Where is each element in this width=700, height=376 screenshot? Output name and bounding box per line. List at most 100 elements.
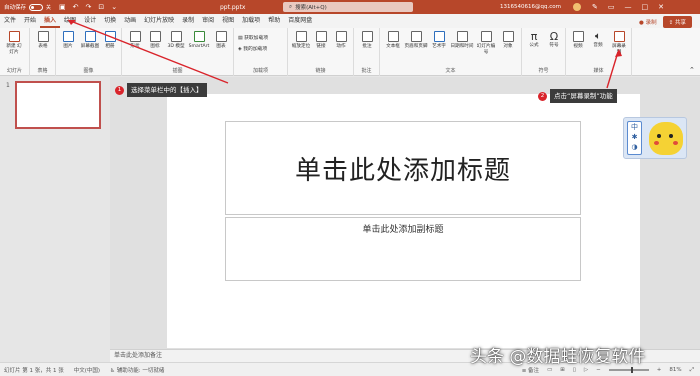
date-time-button[interactable]: 日期和时间: [450, 31, 474, 50]
zoom-slider[interactable]: [608, 367, 649, 373]
record-button[interactable]: ● 录制: [639, 18, 657, 26]
subtitle-placeholder[interactable]: 单击此处添加副标题: [225, 217, 581, 281]
menu-item-11[interactable]: 加载项: [238, 14, 264, 28]
pen-icon[interactable]: ✎: [592, 3, 598, 11]
screen-recording-button[interactable]: 屏幕录制: [610, 31, 628, 56]
ribbon: 新建 幻灯片 幻灯片 表格 表格 图片 屏幕截图 相册 图像 形状 图标 3D …: [0, 28, 700, 76]
ribbon-display-icon[interactable]: ▭: [608, 3, 615, 11]
object-icon: [502, 31, 514, 42]
user-email[interactable]: 1316540616@qq.com: [500, 4, 561, 10]
zoom-level[interactable]: 81%: [669, 367, 681, 373]
title-bar: 自动保存 关 ▣ ↶ ↷ ⊡ ⌄ ppt.pptx ⌕ 搜索(Alt+Q) 13…: [0, 0, 700, 14]
maximize-icon[interactable]: □: [642, 3, 649, 11]
slide[interactable]: 单击此处添加标题 单击此处添加副标题: [167, 94, 640, 348]
object-button[interactable]: 对象: [499, 31, 517, 50]
menu-item-7[interactable]: 幻灯片放映: [140, 14, 178, 28]
notes-toggle[interactable]: ≡ 备注: [522, 366, 539, 374]
menu-item-13[interactable]: 百度网盘: [284, 14, 316, 28]
menu-item-2[interactable]: 插入: [40, 14, 61, 28]
shapes-button[interactable]: 形状: [126, 31, 144, 50]
group-label-comments: 批注: [361, 68, 372, 74]
autosave-label: 自动保存: [4, 5, 27, 11]
menu-item-4[interactable]: 设计: [80, 14, 100, 28]
redo-icon[interactable]: ↷: [86, 3, 92, 11]
reading-view-icon[interactable]: ▯: [573, 367, 576, 373]
input-method-mascot[interactable]: 中 ✱ ◑: [623, 117, 687, 159]
icons-icon: [149, 31, 161, 42]
symbol-button[interactable]: Ω 符号: [545, 31, 563, 49]
menu-item-6[interactable]: 动画: [120, 14, 140, 28]
wordart-button[interactable]: 艺术字: [429, 31, 449, 50]
ribbon-group-media: 视频 🔈︎ 音频 屏幕录制 媒体: [566, 28, 632, 76]
zoom-button[interactable]: 缩放定位: [291, 31, 311, 50]
collapse-ribbon-icon[interactable]: ⌃: [689, 66, 695, 74]
title-placeholder[interactable]: 单击此处添加标题: [225, 121, 581, 215]
menu-item-12[interactable]: 帮助: [264, 14, 284, 28]
pictures-button[interactable]: 图片: [59, 31, 77, 50]
ime-language-indicator[interactable]: 中 ✱ ◑: [627, 121, 642, 155]
autosave-switch[interactable]: [29, 3, 44, 11]
step-1-badge: 1: [115, 86, 124, 95]
smartart-icon: [193, 31, 205, 42]
audio-button[interactable]: 🔈︎ 音频: [589, 31, 607, 49]
step-1-callout: 选择菜单栏中的【插入】: [127, 83, 207, 97]
video-icon: [572, 31, 584, 42]
fit-slide-icon[interactable]: ⤢: [690, 367, 694, 374]
comment-button[interactable]: 批注: [358, 31, 376, 50]
slideshow-icon[interactable]: ▷: [584, 367, 588, 373]
menu-item-3[interactable]: 绘图: [60, 14, 80, 28]
screenshot-button[interactable]: 屏幕截图: [79, 31, 101, 50]
chart-button[interactable]: 图表: [212, 31, 230, 50]
present-icon[interactable]: ⊡: [98, 3, 104, 11]
equation-button[interactable]: π 公式: [525, 31, 543, 49]
smartart-button[interactable]: SmartArt: [186, 31, 212, 50]
minimize-icon[interactable]: —: [625, 3, 632, 11]
header-footer-button[interactable]: 页眉和页脚: [404, 31, 428, 50]
notes-placeholder: 单击此处添加备注: [114, 352, 163, 359]
wordart-icon: [433, 31, 445, 42]
get-addins-button[interactable]: ▤ 获取加载项: [238, 34, 268, 41]
zoom-in-icon[interactable]: +: [657, 367, 662, 373]
slide-sorter-icon[interactable]: ⊞: [560, 367, 565, 373]
zoom-out-icon[interactable]: −: [596, 367, 601, 373]
icons-button[interactable]: 图标: [146, 31, 164, 50]
video-button[interactable]: 视频: [569, 31, 587, 50]
slide-number-button[interactable]: 幻灯片编号: [475, 31, 497, 56]
accessibility-status[interactable]: ♿︎ 辅助功能: 一切就绪: [110, 366, 164, 374]
menu-item-0[interactable]: 文件: [0, 14, 20, 28]
photo-album-button[interactable]: 相册: [101, 31, 119, 50]
pi-icon: π: [530, 30, 538, 43]
ribbon-group-images: 图片 屏幕截图 相册 图像: [56, 28, 122, 76]
menu-item-10[interactable]: 视图: [218, 14, 238, 28]
group-label-links: 链接: [315, 68, 326, 74]
menu-item-9[interactable]: 审阅: [198, 14, 218, 28]
share-button[interactable]: ⇪ 共享: [662, 16, 692, 28]
textbox-button[interactable]: 文本框: [383, 31, 403, 50]
3d-models-button[interactable]: 3D 模型: [166, 31, 186, 50]
search-icon: ⌕: [289, 3, 293, 10]
language-status[interactable]: 中文(中国): [74, 366, 100, 374]
avatar[interactable]: [573, 3, 581, 11]
search-box[interactable]: ⌕ 搜索(Alt+Q): [283, 2, 413, 12]
new-slide-button[interactable]: 新建 幻灯片: [5, 31, 23, 56]
autosave-toggle[interactable]: 自动保存 关: [4, 3, 51, 11]
action-button[interactable]: 动作: [332, 31, 350, 50]
group-label-table: 表格: [37, 68, 48, 74]
menu-item-5[interactable]: 切换: [100, 14, 120, 28]
slide-thumbnail[interactable]: [15, 81, 101, 129]
close-icon[interactable]: ✕: [658, 3, 664, 11]
omega-icon: Ω: [549, 30, 559, 43]
new-slide-icon: [8, 31, 20, 42]
document-title: ppt.pptx: [220, 3, 246, 11]
link-button[interactable]: 链接: [312, 31, 330, 50]
save-icon[interactable]: ▣: [59, 3, 66, 11]
undo-icon[interactable]: ↶: [73, 3, 79, 11]
autosave-state: 关: [46, 4, 52, 11]
customize-icon[interactable]: ⌄: [111, 3, 117, 11]
menu-item-1[interactable]: 开始: [20, 14, 40, 28]
table-button[interactable]: 表格: [34, 31, 52, 50]
menu-item-8[interactable]: 录制: [178, 14, 198, 28]
normal-view-icon[interactable]: ▭: [547, 367, 552, 373]
quick-access-toolbar: ▣ ↶ ↷ ⊡ ⌄: [59, 3, 117, 11]
my-addins-button[interactable]: ◈ 我的加载项: [238, 45, 267, 52]
